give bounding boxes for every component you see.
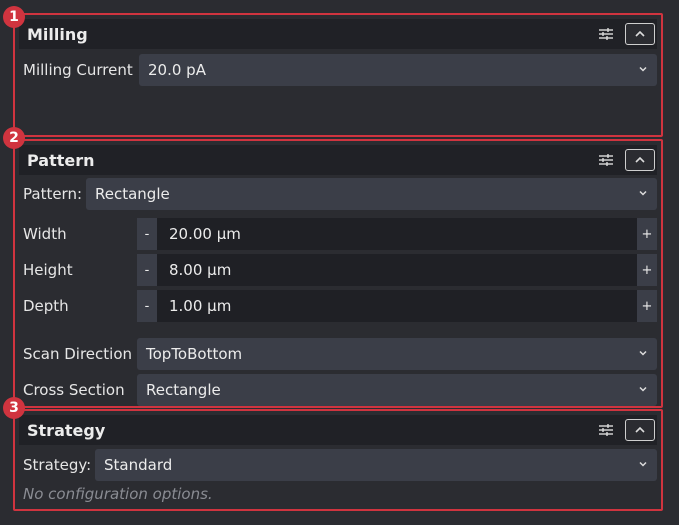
width-increment-button[interactable]: + (637, 218, 657, 250)
pattern-type-label: Pattern: (23, 185, 83, 203)
width-stepper: - 20.00 µm + (137, 218, 657, 250)
chevron-up-icon (635, 157, 645, 163)
strategy-header: Strategy (19, 415, 657, 445)
tune-sliders-icon[interactable] (597, 151, 615, 169)
chevron-up-icon (635, 31, 645, 37)
section-badge-3: 3 (3, 397, 25, 419)
milling-current-label: Milling Current (23, 61, 133, 79)
cross-section-value: Rectangle (146, 381, 221, 399)
milling-header: Milling (19, 19, 657, 49)
strategy-label: Strategy: (23, 456, 92, 474)
collapse-button[interactable] (625, 149, 655, 171)
pattern-panel: Pattern Pattern: Rectangle Width - 20.00… (13, 139, 663, 408)
scan-direction-label: Scan Direction (23, 345, 132, 363)
cross-section-select[interactable]: Rectangle (137, 374, 657, 406)
height-decrement-button[interactable]: - (137, 254, 157, 286)
depth-stepper: - 1.00 µm + (137, 290, 657, 322)
strategy-select[interactable]: Standard (95, 449, 657, 481)
height-stepper: - 8.00 µm + (137, 254, 657, 286)
height-label: Height (23, 261, 73, 279)
scan-direction-value: TopToBottom (146, 345, 243, 363)
collapse-button[interactable] (625, 23, 655, 45)
collapse-button[interactable] (625, 419, 655, 441)
section-badge-2: 2 (3, 127, 25, 149)
tune-sliders-icon[interactable] (597, 421, 615, 439)
milling-current-select[interactable]: 20.0 pA (139, 54, 657, 86)
depth-label: Depth (23, 297, 69, 315)
milling-current-value: 20.0 pA (148, 61, 206, 79)
depth-increment-button[interactable]: + (637, 290, 657, 322)
tune-sliders-icon[interactable] (597, 25, 615, 43)
depth-input[interactable]: 1.00 µm (157, 290, 637, 322)
height-increment-button[interactable]: + (637, 254, 657, 286)
chevron-down-icon (639, 66, 647, 72)
section-badge-1: 1 (3, 6, 25, 28)
pattern-type-value: Rectangle (95, 185, 170, 203)
cross-section-label: Cross Section (23, 381, 125, 399)
strategy-title: Strategy (27, 420, 106, 440)
height-input[interactable]: 8.00 µm (157, 254, 637, 286)
chevron-down-icon (639, 190, 647, 196)
milling-panel: Milling Milling Current 20.0 pA (13, 13, 663, 137)
width-input[interactable]: 20.00 µm (157, 218, 637, 250)
width-label: Width (23, 225, 67, 243)
strategy-value: Standard (104, 456, 173, 474)
strategy-panel: Strategy Strategy: Standard No configura… (13, 409, 663, 511)
no-config-note: No configuration options. (23, 485, 213, 503)
pattern-title: Pattern (27, 150, 95, 170)
chevron-down-icon (639, 461, 647, 467)
chevron-down-icon (639, 350, 647, 356)
pattern-header: Pattern (19, 145, 657, 175)
milling-title: Milling (27, 24, 88, 44)
chevron-up-icon (635, 427, 645, 433)
depth-decrement-button[interactable]: - (137, 290, 157, 322)
pattern-type-select[interactable]: Rectangle (86, 178, 657, 210)
scan-direction-select[interactable]: TopToBottom (137, 338, 657, 370)
width-decrement-button[interactable]: - (137, 218, 157, 250)
chevron-down-icon (639, 386, 647, 392)
